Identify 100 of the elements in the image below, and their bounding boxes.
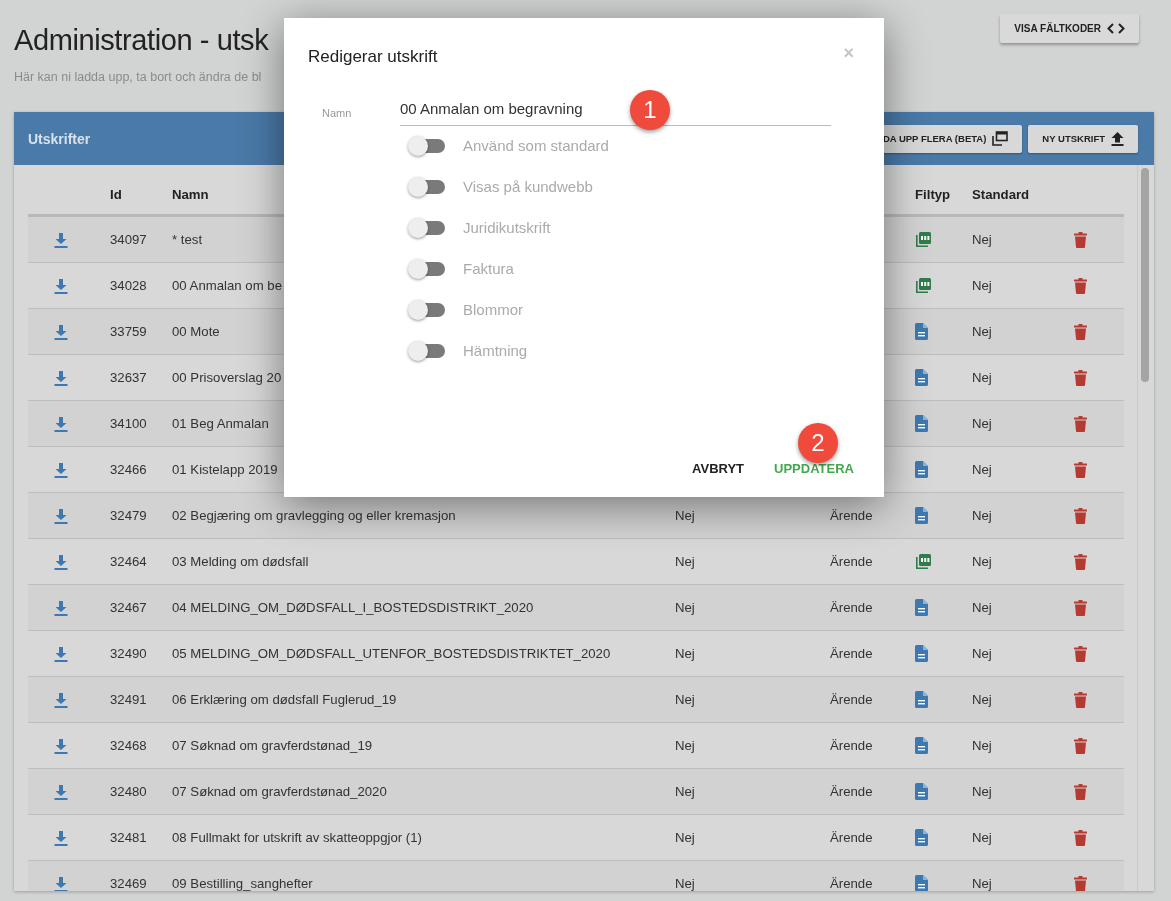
toggle-label: Blommor (463, 301, 523, 318)
field-label: Namn (321, 107, 353, 119)
trash-icon[interactable] (1074, 369, 1087, 386)
dialog-title: Redigerar utskrift (308, 47, 438, 67)
pdf-file-icon (915, 231, 932, 248)
table-cell: 03 Melding om dødsfall (172, 554, 309, 569)
table-cell: Nej (972, 738, 992, 753)
table-cell: 32469 (110, 876, 147, 891)
trash-icon[interactable] (1074, 553, 1087, 570)
trash-icon[interactable] (1074, 323, 1087, 340)
table-cell: Nej (675, 692, 695, 707)
download-icon[interactable] (54, 645, 68, 662)
document-icon (915, 875, 928, 891)
table-cell: Nej (972, 508, 992, 523)
table-cell: 32468 (110, 738, 147, 753)
table-cell: 34028 (110, 278, 147, 293)
trash-icon[interactable] (1074, 461, 1087, 478)
table-cell: Nej (675, 600, 695, 615)
table-cell: 32467 (110, 600, 147, 615)
table-cell: Nej (972, 416, 992, 431)
code-brackets-icon (1107, 23, 1125, 34)
table-cell: Nej (972, 830, 992, 845)
toggle-label: Juridikutskrift (463, 219, 551, 236)
column-header: Namn (172, 187, 209, 202)
column-header: Standard (972, 187, 1030, 202)
download-icon[interactable] (54, 875, 68, 891)
trash-icon[interactable] (1074, 783, 1087, 800)
panel-title: Utskrifter (28, 130, 91, 147)
table-cell: Nej (675, 646, 695, 661)
column-header: Filtyp (915, 187, 951, 202)
trash-icon[interactable] (1074, 829, 1087, 846)
table-cell: Nej (675, 554, 695, 569)
document-icon (915, 691, 928, 708)
table-cell: 32480 (110, 784, 147, 799)
table-cell: 00 Prisoverslag 20 (172, 370, 282, 385)
table-cell: Ärende (830, 508, 873, 523)
document-icon (915, 737, 928, 754)
trash-icon[interactable] (1074, 507, 1087, 524)
download-icon[interactable] (54, 507, 68, 524)
table-cell: 32481 (110, 830, 147, 845)
toggle-label: Hämtning (463, 342, 528, 359)
table-cell: Nej (972, 370, 992, 385)
table-cell: 07 Søknad om gravferdstønad_19 (172, 738, 373, 753)
table-cell: Ärende (830, 554, 873, 569)
table-cell: Ärende (830, 692, 873, 707)
download-icon[interactable] (54, 737, 68, 754)
table-cell: 01 Kistelapp 2019 (172, 462, 278, 477)
toggle-switch[interactable] (410, 343, 445, 358)
scrollbar-thumb[interactable] (1141, 168, 1149, 382)
trash-icon[interactable] (1074, 645, 1087, 662)
toggle-switch[interactable] (410, 302, 445, 317)
table-cell: 09 Bestilling_sanghefter (172, 876, 313, 891)
document-icon (915, 323, 928, 340)
column-header: Id (110, 187, 122, 202)
field-codes-button[interactable]: VISA FÄLTKODER (1000, 14, 1139, 43)
table-cell: 32637 (110, 370, 147, 385)
table-cell: 32464 (110, 554, 147, 569)
table-cell: Ärende (830, 876, 873, 891)
cancel-button[interactable]: AVBRYT (684, 457, 753, 480)
table-cell: 05 MELDING_OM_DØDSFALL_UTENFOR_BOSTEDSDISTRIKTET_2020 (172, 646, 611, 661)
new-printout-button[interactable]: NY UTSKRIFT (1028, 124, 1138, 153)
table-cell: Nej (972, 600, 992, 615)
trash-icon[interactable] (1074, 691, 1087, 708)
download-icon[interactable] (54, 415, 68, 432)
toggle-switch[interactable] (410, 261, 445, 276)
table-cell: 32466 (110, 462, 147, 477)
download-icon[interactable] (54, 231, 68, 248)
table-cell: 07 Søknad om gravferdstønad_2020 (172, 784, 387, 799)
download-icon[interactable] (54, 829, 68, 846)
pdf-file-icon (915, 553, 932, 570)
toggle-switch[interactable] (410, 179, 445, 194)
download-icon[interactable] (54, 461, 68, 478)
download-icon[interactable] (54, 783, 68, 800)
download-icon[interactable] (54, 323, 68, 340)
trash-icon[interactable] (1074, 231, 1087, 248)
trash-icon[interactable] (1074, 875, 1087, 891)
toggle-switch[interactable] (410, 220, 445, 235)
table-cell: 32491 (110, 692, 147, 707)
trash-icon[interactable] (1074, 415, 1087, 432)
page-subtitle: Här kan ni ladda upp, ta bort och ändra de bl (14, 70, 263, 84)
toggle-label: Faktura (463, 260, 514, 277)
download-icon[interactable] (54, 599, 68, 616)
document-icon (915, 461, 928, 478)
trash-icon[interactable] (1074, 277, 1087, 294)
table-cell: 02 Begjæring om gravlegging og eller kremasjon (172, 508, 456, 523)
trash-icon[interactable] (1074, 599, 1087, 616)
trash-icon[interactable] (1074, 737, 1087, 754)
download-icon[interactable] (54, 553, 68, 570)
document-icon (915, 415, 928, 432)
toggle-switch[interactable] (410, 138, 445, 153)
download-icon[interactable] (54, 277, 68, 294)
download-icon[interactable] (54, 691, 68, 708)
scrollbar[interactable] (1137, 165, 1152, 891)
table-cell: 32490 (110, 646, 147, 661)
download-icon[interactable] (54, 369, 68, 386)
pdf-file-icon (915, 277, 932, 294)
toggle-label: Använd som standard (463, 137, 609, 154)
table-cell: 34097 (110, 232, 147, 247)
document-icon (915, 783, 928, 800)
table-cell: Nej (972, 692, 992, 707)
